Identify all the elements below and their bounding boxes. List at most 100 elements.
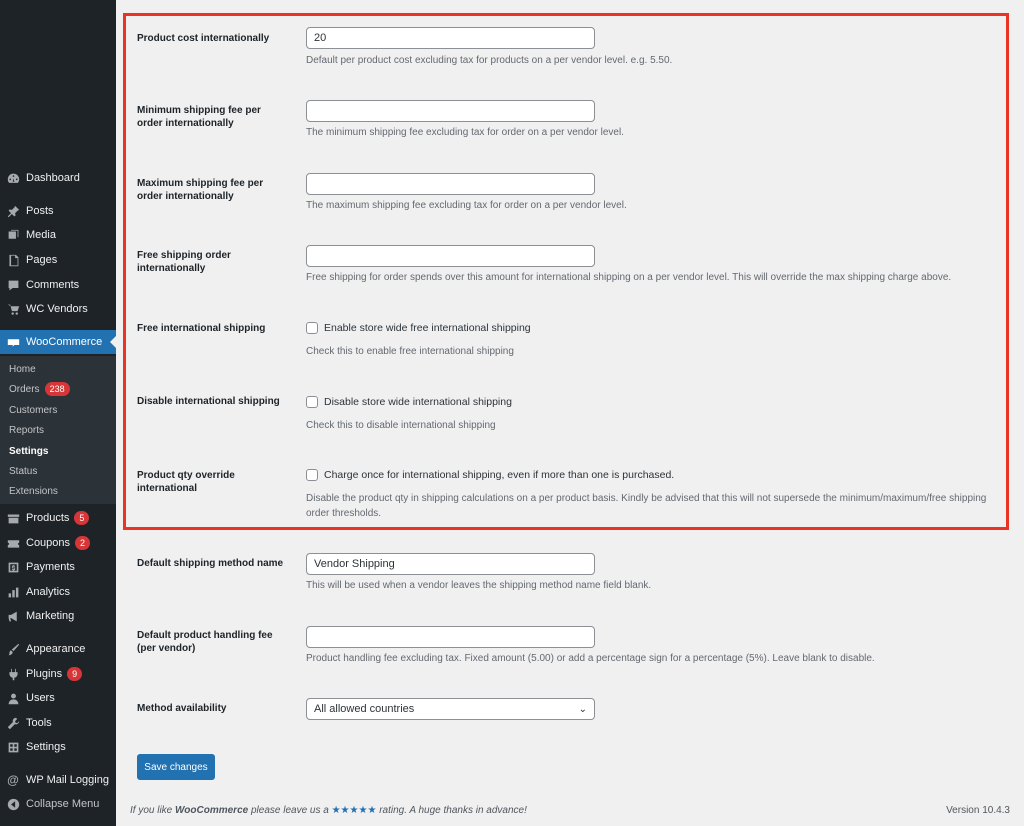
menu-label: Comments [26,279,80,291]
menu-label: Users [26,692,55,704]
menu-label: WP Mail Logging [26,774,109,786]
menu-woocommerce[interactable]: WooCommerce [0,330,116,354]
menu-analytics[interactable]: Analytics [0,580,116,604]
min-fee-input[interactable] [306,100,595,122]
menu-collapse[interactable]: Collapse Menu [0,792,116,816]
submenu-home[interactable]: Home [9,361,36,377]
menu-wc-vendors[interactable]: WC Vendors [0,297,116,321]
availability-label: Method availability [137,703,227,714]
menu-label: Pages [26,254,58,266]
products-count-badge: 5 [74,511,90,525]
submenu-extensions[interactable]: Extensions [9,483,58,499]
qty-override-desc: Disable the product qty in shipping calc… [306,493,987,519]
submenu-label: Customers [9,404,58,416]
qty-override-checkbox-row[interactable]: Charge once for international shipping, … [306,469,674,481]
disable-intl-label: Disable international shipping [137,396,280,407]
min-fee-label: Minimum shipping fee per order internati… [137,105,261,129]
method-name-desc: This will be used when a vendor leaves t… [306,580,652,591]
footer-mid: please leave us a [248,805,332,816]
qty-override-label: Product qty override international [137,470,235,494]
menu-appearance[interactable]: Appearance [0,637,116,661]
free-order-desc: Free shipping for order spends over this… [306,272,952,283]
menu-comments[interactable]: Comments [0,273,116,297]
dollar-icon [6,560,20,574]
availability-select[interactable]: All allowed countries ⌄ [306,698,595,720]
disable-intl-checkbox-label: Disable store wide international shippin… [324,396,512,408]
qty-override-checkbox-label: Charge once for international shipping, … [324,469,675,481]
menu-coupons[interactable]: Coupons 2 [0,531,116,555]
product-cost-desc: Default per product cost excluding tax f… [306,55,673,66]
submenu-orders[interactable]: Orders 238 [9,381,70,397]
menu-pages[interactable]: Pages [0,248,116,272]
free-intl-checkbox-label: Enable store wide free international shi… [324,322,531,334]
free-intl-checkbox[interactable] [306,322,318,334]
menu-label: Dashboard [26,172,80,184]
menu-label: Plugins [26,668,63,680]
handling-fee-input[interactable] [306,626,595,648]
submenu-settings[interactable]: Settings [9,443,48,459]
disable-intl-checkbox-row[interactable]: Disable store wide international shippin… [306,396,512,408]
page-icon [6,253,20,267]
handling-fee-label: Default product handling fee (per vendor… [137,630,273,654]
cart-icon [6,302,20,316]
submenu-label: Status [9,465,38,477]
menu-wp-mail-logging[interactable]: @ WP Mail Logging [0,768,116,792]
menu-settings[interactable]: Settings [0,735,116,759]
free-order-input[interactable] [306,245,595,267]
woocommerce-submenu: Home Orders 238 Customers Reports Setting… [0,356,116,504]
menu-plugins[interactable]: Plugins 9 [0,662,116,686]
submenu-label: Orders [9,383,40,395]
free-intl-checkbox-row[interactable]: Enable store wide free international shi… [306,322,531,334]
menu-label: WooCommerce [26,336,103,348]
menu-label: Collapse Menu [26,798,100,810]
menu-marketing[interactable]: Marketing [0,604,116,628]
brush-icon [6,642,20,656]
free-intl-label: Free international shipping [137,323,266,334]
disable-intl-checkbox[interactable] [306,396,318,408]
menu-label: Products [26,512,70,524]
submenu-reports[interactable]: Reports [9,422,44,438]
comment-icon [6,278,20,292]
admin-sidebar: Dashboard Posts Media Pages Comments WC … [0,0,116,826]
menu-label: Posts [26,205,54,217]
menu-posts[interactable]: Posts [0,199,116,223]
save-changes-button[interactable]: Save changes [137,754,215,780]
menu-users[interactable]: Users [0,686,116,710]
at-icon: @ [7,773,19,787]
footer-brand: WooCommerce [175,805,249,816]
menu-payments[interactable]: Payments [0,555,116,579]
disable-intl-desc: Check this to disable international ship… [306,420,496,431]
chevron-down-icon: ⌄ [578,703,587,715]
submenu-customers[interactable]: Customers [9,402,57,418]
submenu-status[interactable]: Status [9,463,37,479]
max-fee-desc: The maximum shipping fee excluding tax f… [306,200,627,211]
product-cost-input[interactable] [306,27,595,49]
footer-pre: If you like [130,805,176,816]
availability-selected: All allowed countries [314,703,415,715]
free-intl-desc: Check this to enable free international … [306,346,514,357]
submenu-label: Extensions [9,485,58,497]
menu-tools[interactable]: Tools [0,711,116,735]
woo-icon [6,335,20,349]
footer-post: rating. A huge thanks in advance! [376,805,527,816]
menu-media[interactable]: Media [0,223,116,247]
orders-count-badge: 238 [44,382,70,396]
max-fee-label: Maximum shipping fee per order internati… [137,178,264,202]
collapse-icon [6,797,20,811]
product-cost-label: Product cost internationally [137,33,270,44]
max-fee-input[interactable] [306,173,595,195]
qty-override-checkbox[interactable] [306,469,318,481]
method-name-input[interactable] [306,553,595,575]
menu-label: Media [26,229,56,241]
free-order-label: Free shipping order internationally [137,250,231,274]
submenu-label: Reports [9,424,45,436]
plugins-count-badge: 9 [67,667,83,681]
menu-label: Appearance [26,643,86,655]
rating-stars-link[interactable]: ★★★★★ [332,805,377,816]
menu-label: Analytics [26,586,71,598]
menu-products[interactable]: Products 5 [0,506,116,530]
menu-dashboard[interactable]: Dashboard [0,166,116,190]
submenu-label: Settings [9,445,49,457]
pin-icon [6,204,20,218]
menu-label: Marketing [26,610,75,622]
